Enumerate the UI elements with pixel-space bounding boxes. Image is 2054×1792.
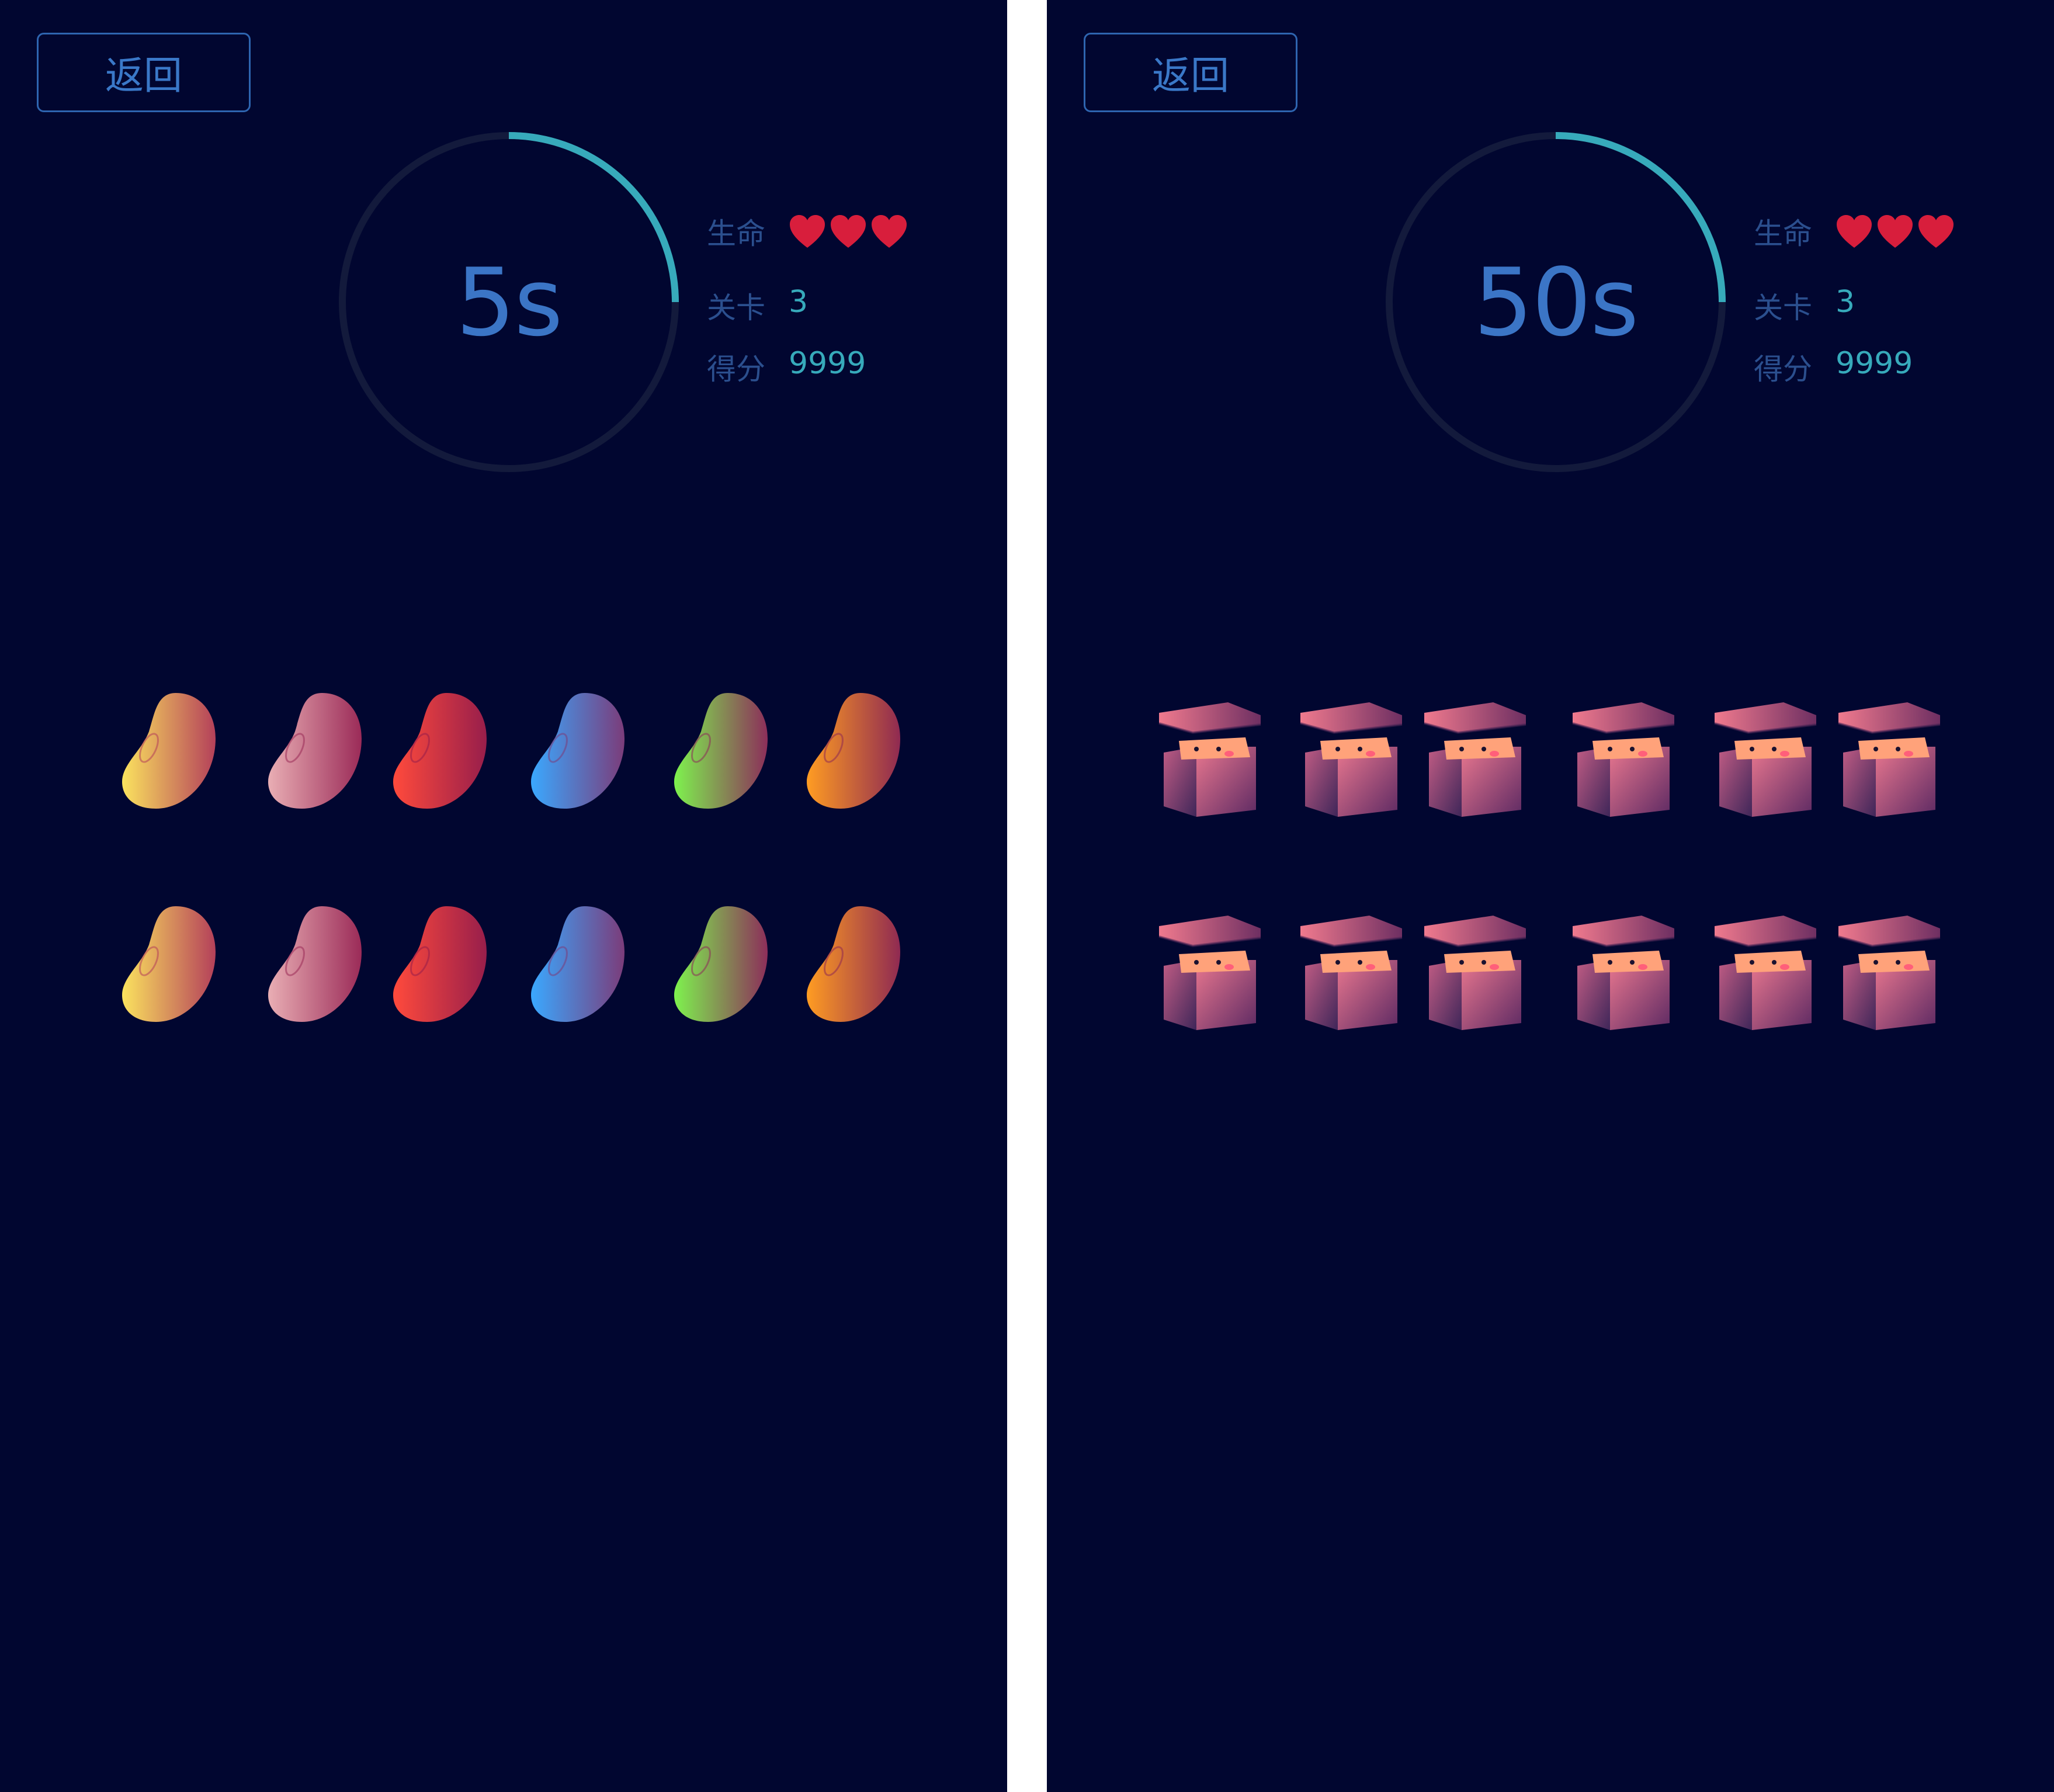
jelly-bean-red[interactable] [390, 903, 489, 1028]
jelly-bean-red[interactable] [390, 689, 489, 814]
game-screen-beans: 返回 5s 生命 关卡 3 得分 9999 [0, 0, 1007, 1792]
jelly-bean-pink[interactable] [265, 903, 364, 1028]
mystery-box[interactable] [1571, 913, 1677, 1038]
mystery-box[interactable] [1423, 700, 1528, 825]
mystery-box[interactable] [1713, 700, 1819, 825]
jelly-bean-orange[interactable] [803, 689, 903, 814]
jelly-bean-blue[interactable] [528, 689, 627, 814]
mystery-box[interactable] [1299, 913, 1404, 1038]
mystery-box[interactable] [1158, 700, 1263, 825]
jelly-bean-orange[interactable] [803, 903, 903, 1028]
game-board [1047, 0, 2054, 1792]
mystery-box[interactable] [1299, 700, 1404, 825]
jelly-bean-green[interactable] [671, 903, 770, 1028]
jelly-bean-yellow[interactable] [119, 903, 218, 1028]
jelly-bean-green[interactable] [671, 689, 770, 814]
jelly-bean-pink[interactable] [265, 689, 364, 814]
mystery-box[interactable] [1571, 700, 1677, 825]
mystery-box[interactable] [1837, 913, 1942, 1038]
jelly-bean-blue[interactable] [528, 903, 627, 1028]
jelly-bean-yellow[interactable] [119, 689, 218, 814]
mystery-box[interactable] [1423, 913, 1528, 1038]
mystery-box[interactable] [1158, 913, 1263, 1038]
game-board [0, 0, 1007, 1792]
mystery-box[interactable] [1713, 913, 1819, 1038]
mystery-box[interactable] [1837, 700, 1942, 825]
game-screen-boxes: 返回 50s 生命 关卡 3 得分 9999 [1047, 0, 2054, 1792]
